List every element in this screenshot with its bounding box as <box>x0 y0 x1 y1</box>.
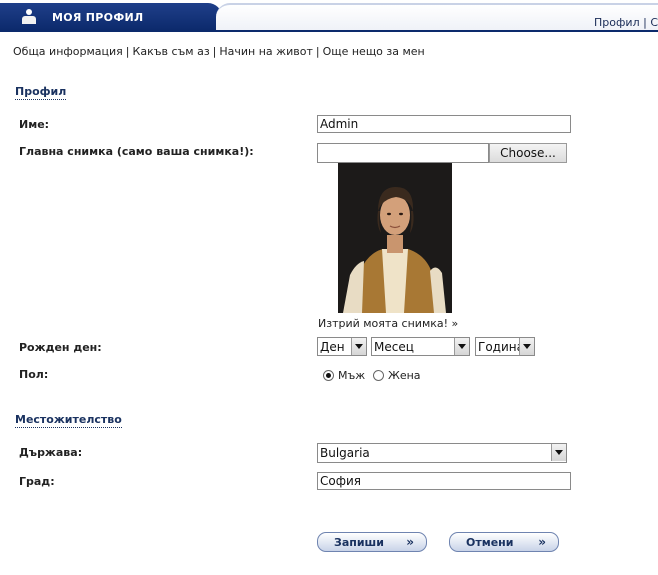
save-button[interactable]: Запиши » <box>317 532 427 552</box>
birthday-label: Рожден ден: <box>19 341 102 354</box>
profile-photo <box>338 163 452 313</box>
top-links: Профил | С <box>594 16 658 29</box>
profile-link[interactable]: Профил <box>594 16 640 29</box>
birthday-month-select[interactable]: Месец <box>371 337 470 356</box>
gender-label: Пол: <box>19 368 49 381</box>
birthday-year-select[interactable]: Година <box>475 337 535 356</box>
photo-file-input[interactable]: Choose... <box>317 143 567 163</box>
residence-section-title: Местожителство <box>15 413 122 428</box>
page-title-tab: МОЯ ПРОФИЛ <box>0 3 222 30</box>
save-button-label: Запиши <box>334 536 384 549</box>
subnav-more-about-me[interactable]: Още нещо за мен <box>323 45 425 58</box>
birthday-day-value: Ден <box>320 340 345 354</box>
gender-male-label[interactable]: Мъж <box>338 369 365 382</box>
country-value: Bulgaria <box>320 446 370 460</box>
chevron-down-icon <box>551 444 566 461</box>
choose-file-button[interactable]: Choose... <box>489 143 567 163</box>
top-links-panel: Профил | С <box>216 3 658 32</box>
cancel-button[interactable]: Отмени » <box>449 532 559 552</box>
birthday-year-value: Година <box>478 340 524 354</box>
birthday-day-select[interactable]: Ден <box>317 337 367 356</box>
header-divider <box>0 30 658 32</box>
user-icon <box>22 9 36 25</box>
page-title: МОЯ ПРОФИЛ <box>52 11 144 24</box>
file-path-field[interactable] <box>317 143 489 163</box>
name-input[interactable] <box>317 115 571 133</box>
double-arrow-icon: » <box>538 535 546 549</box>
chevron-down-icon <box>454 338 469 355</box>
subnav-general-info[interactable]: Обща информация <box>13 45 123 58</box>
country-label: Държава: <box>19 446 83 459</box>
gender-female-radio[interactable] <box>373 370 384 381</box>
main-photo-label: Главна снимка (само ваша снимка!): <box>19 145 254 158</box>
subnav-lifestyle[interactable]: Начин на живот <box>219 45 312 58</box>
cancel-button-label: Отмени <box>466 536 514 549</box>
birthday-month-value: Месец <box>374 340 414 354</box>
top-bar: МОЯ ПРОФИЛ Профил | С <box>0 0 658 36</box>
city-label: Град: <box>19 475 55 488</box>
chevron-down-icon <box>519 338 534 355</box>
top-link-cut[interactable]: С <box>650 16 658 29</box>
gender-female-label[interactable]: Жена <box>388 369 421 382</box>
profile-section-title: Профил <box>15 85 67 100</box>
country-select[interactable]: Bulgaria <box>317 443 567 463</box>
profile-subnav: Обща информация | Какъв съм аз | Начин на жи… <box>13 45 425 58</box>
delete-photo-link[interactable]: Изтрий моята снимка! » <box>318 317 458 330</box>
name-label: Име: <box>19 118 50 131</box>
chevron-down-icon <box>351 338 366 355</box>
city-input[interactable] <box>317 472 571 490</box>
gender-male-radio[interactable] <box>323 370 334 381</box>
double-arrow-icon: » <box>406 535 414 549</box>
subnav-what-am-i[interactable]: Какъв съм аз <box>133 45 210 58</box>
